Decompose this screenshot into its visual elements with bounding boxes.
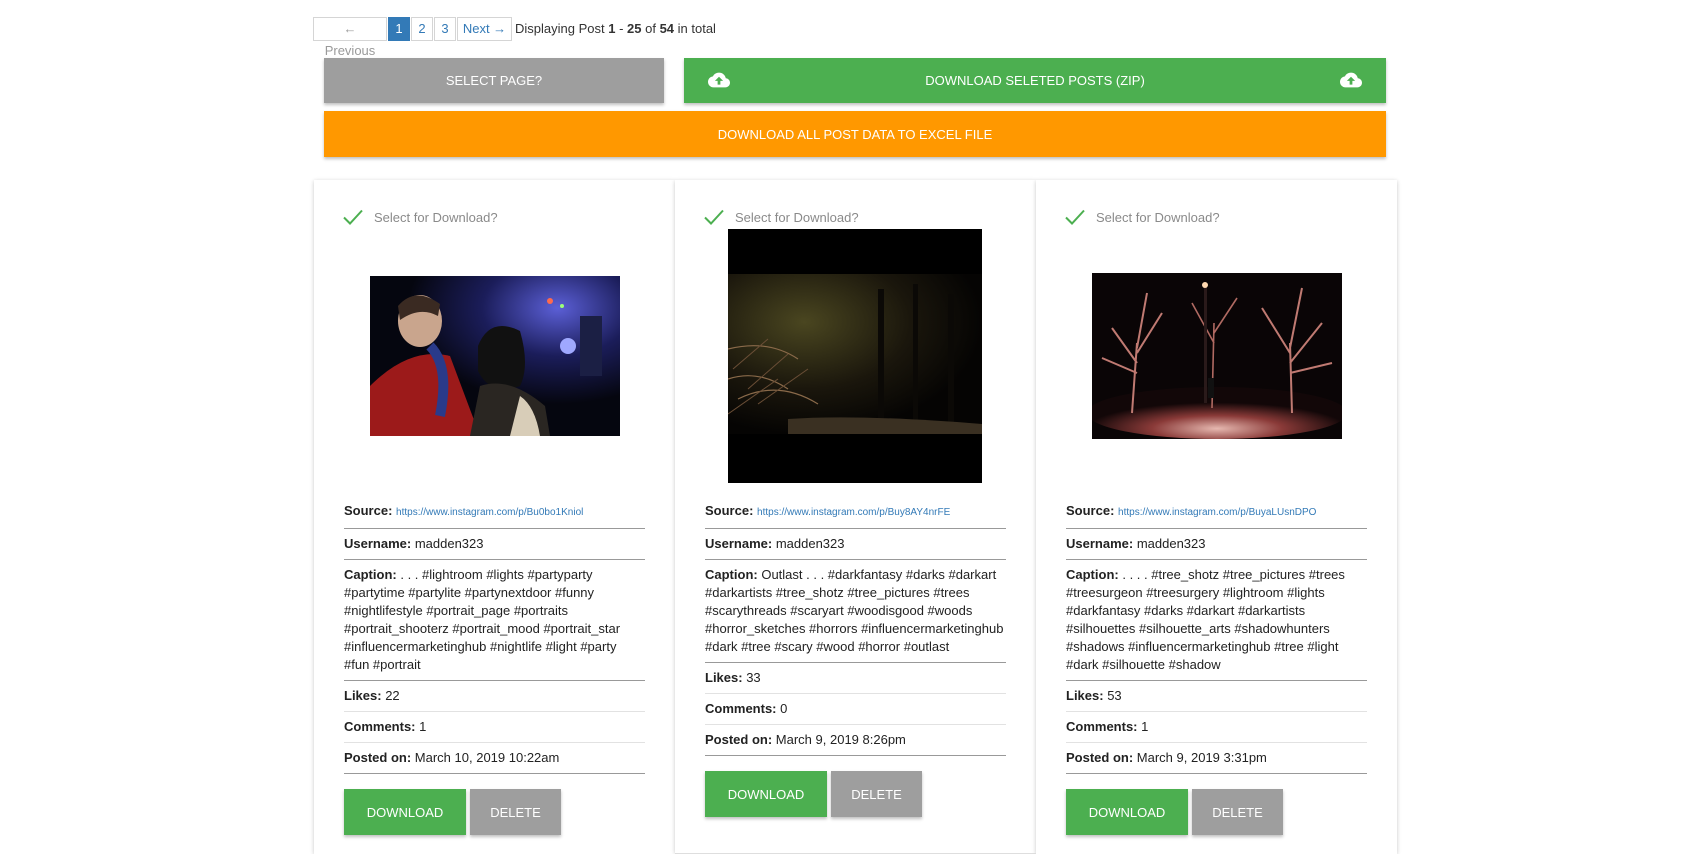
likes-row: Likes: 33 [705,663,1006,694]
posted-on-value: March 9, 2019 3:31pm [1136,750,1267,765]
likes-label: Likes: [705,670,743,685]
download-post-button[interactable]: DOWNLOAD [705,771,827,817]
username-label: Username: [344,536,412,551]
comments-label: Comments: [1066,719,1138,734]
username-row: Username: madden323 [344,529,645,560]
comments-value: 1 [1141,719,1149,734]
posted-on-row: Posted on: March 9, 2019 3:31pm [1066,743,1367,774]
comments-label: Comments: [344,719,416,734]
checkmark-icon [1065,209,1085,225]
likes-value: 22 [385,688,400,703]
post-card: Select for Download? Source: https://www… [314,180,675,854]
source-label: Source: [344,503,393,518]
username-value: madden323 [414,536,484,551]
likes-value: 53 [1107,688,1122,703]
download-selected-zip-label: DOWNLOAD SELETED POSTS (ZIP) [925,73,1145,88]
delete-post-button[interactable]: DELETE [831,771,922,817]
caption-label: Caption: [705,567,758,582]
post-actions: DOWNLOAD DELETE [1066,789,1283,835]
range-end: 25 [627,20,642,36]
comments-row: Comments: 1 [344,712,645,743]
select-for-download-toggle[interactable]: Select for Download? [342,208,498,226]
source-row: Source: https://www.instagram.com/p/Bu0b… [344,498,645,529]
page-link-2[interactable]: 2 [411,17,433,41]
download-post-button[interactable]: DOWNLOAD [1066,789,1188,835]
username-value: madden323 [775,536,845,551]
post-card: Select for Download? Source: https://www… [675,180,1036,853]
source-row: Source: https://www.instagram.com/p/Buy8… [705,498,1006,529]
cloud-upload-icon [708,72,730,88]
select-for-download-label: Select for Download? [1096,209,1220,225]
pagination: ← Previous 1 2 3 Next → Displaying Post … [313,17,716,58]
next-page-link[interactable]: Next → [457,17,512,41]
post-details: Source: https://www.instagram.com/p/Buy8… [705,498,1006,756]
likes-label: Likes: [344,688,382,703]
post-image [370,276,620,436]
pagination-info: Displaying Post 1 - 25 of 54 in total [515,21,716,36]
username-row: Username: madden323 [705,529,1006,560]
posted-on-label: Posted on: [705,732,773,747]
likes-value: 33 [746,670,761,685]
post-details: Source: https://www.instagram.com/p/Bu0b… [344,498,645,774]
post-actions: DOWNLOAD DELETE [705,771,922,817]
source-row: Source: https://www.instagram.com/p/Buya… [1066,498,1367,529]
comments-row: Comments: 0 [705,694,1006,725]
likes-row: Likes: 53 [1066,681,1367,712]
posted-on-label: Posted on: [344,750,412,765]
page-link-1[interactable]: 1 [388,17,410,41]
posted-on-value: March 10, 2019 10:22am [414,750,560,765]
post-image [1092,273,1342,439]
source-link[interactable]: https://www.instagram.com/p/Buy8AY4nrFE [757,507,950,518]
checkmark-icon [343,209,363,225]
comments-row: Comments: 1 [1066,712,1367,743]
caption-row: Caption: . . . #lightroom #lights #party… [344,560,645,681]
caption-label: Caption: [344,567,397,582]
posted-on-label: Posted on: [1066,750,1134,765]
checkmark-icon [704,209,724,225]
posted-on-value: March 9, 2019 8:26pm [775,732,906,747]
pagination-info-prefix: Displaying Post [515,20,609,36]
caption-value: . . . . #tree_shotz #tree_pictures #tree… [1066,567,1345,672]
select-for-download-toggle[interactable]: Select for Download? [1064,208,1220,226]
comments-label: Comments: [705,701,777,716]
delete-post-button[interactable]: DELETE [1192,789,1283,835]
post-details: Source: https://www.instagram.com/p/Buya… [1066,498,1367,774]
range-separator: - [615,20,628,36]
username-label: Username: [1066,536,1134,551]
source-link[interactable]: https://www.instagram.com/p/Bu0bo1Kniol [396,507,583,518]
source-label: Source: [1066,503,1115,518]
username-row: Username: madden323 [1066,529,1367,560]
likes-label: Likes: [1066,688,1104,703]
select-for-download-toggle[interactable]: Select for Download? [703,208,859,226]
total-count: 54 [659,20,675,36]
download-excel-button[interactable]: DOWNLOAD ALL POST DATA TO EXCEL FILE [324,111,1386,157]
posted-on-row: Posted on: March 9, 2019 8:26pm [705,725,1006,756]
caption-label: Caption: [1066,567,1119,582]
post-card: Select for Download? Source: https://www… [1036,180,1397,854]
post-image [728,229,982,483]
delete-post-button[interactable]: DELETE [470,789,561,835]
caption-value: . . . #lightroom #lights #partyparty #pa… [344,567,621,672]
posted-on-row: Posted on: March 10, 2019 10:22am [344,743,645,774]
of-label: of [641,20,660,36]
source-link[interactable]: https://www.instagram.com/p/BuyaLUsnDPO [1118,507,1316,518]
source-label: Source: [705,503,754,518]
page-link-3[interactable]: 3 [434,17,456,41]
pagination-info-suffix: in total [674,20,716,36]
username-value: madden323 [1136,536,1206,551]
comments-value: 1 [419,719,427,734]
download-post-button[interactable]: DOWNLOAD [344,789,466,835]
download-selected-zip-button[interactable]: DOWNLOAD SELETED POSTS (ZIP) [684,58,1386,103]
username-label: Username: [705,536,773,551]
select-page-button[interactable]: SELECT PAGE? [324,58,664,103]
caption-row: Caption: Outlast . . . #darkfantasy #dar… [705,560,1006,663]
comments-value: 0 [780,701,788,716]
caption-row: Caption: . . . . #tree_shotz #tree_pictu… [1066,560,1367,681]
previous-page-link[interactable]: ← Previous [313,17,387,58]
select-for-download-label: Select for Download? [735,209,859,225]
select-for-download-label: Select for Download? [374,209,498,225]
likes-row: Likes: 22 [344,681,645,712]
cloud-upload-icon [1340,72,1362,88]
post-actions: DOWNLOAD DELETE [344,789,561,835]
